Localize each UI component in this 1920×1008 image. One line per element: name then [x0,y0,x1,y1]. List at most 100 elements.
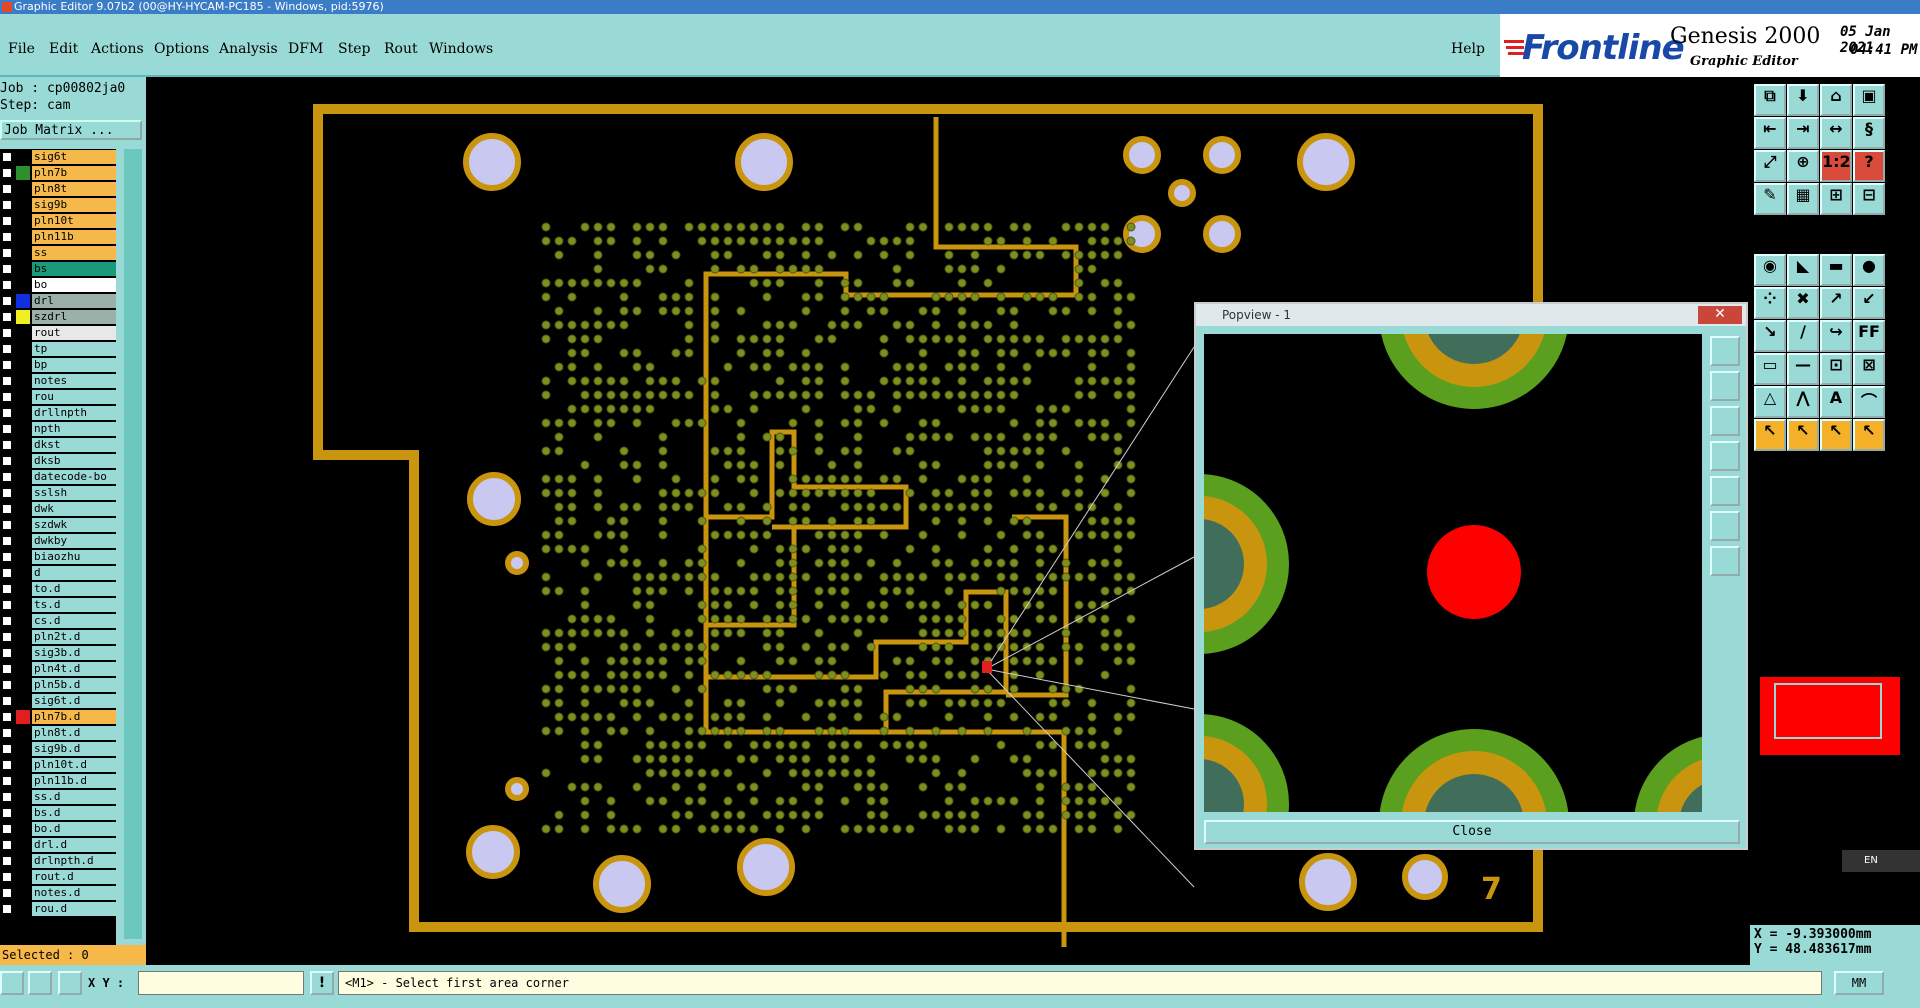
tool-button[interactable]: ↖ [1820,419,1852,451]
layer-color-swatch[interactable] [16,774,30,788]
layer-color-swatch[interactable] [16,470,30,484]
layer-name[interactable]: d [32,566,116,580]
layer-color-swatch[interactable] [16,182,30,196]
tool-button[interactable]: ▭ [1754,353,1786,385]
layer-name[interactable]: pln4t.d [32,662,116,676]
menu-file[interactable]: File [8,41,35,57]
popview-refresh-button[interactable] [1710,546,1740,576]
tool-button[interactable]: ▣ [1853,84,1885,116]
layer-row[interactable]: drllnpth [0,405,116,420]
layer-name[interactable]: sslsh [32,486,116,500]
layer-name[interactable]: bs [32,262,116,276]
menu-dfm[interactable]: DFM [288,41,323,57]
layer-name[interactable]: szdrl [32,310,116,324]
layer-row[interactable]: bo.d [0,821,116,836]
layer-checkbox[interactable] [2,168,12,178]
tool-button[interactable]: ↔ [1820,117,1852,149]
layer-color-swatch[interactable] [16,534,30,548]
layer-checkbox[interactable] [2,824,12,834]
layer-row[interactable]: npth [0,421,116,436]
layer-name[interactable]: ts.d [32,598,116,612]
tool-button[interactable]: A [1820,386,1852,418]
popview-window[interactable]: Popview - 1 ✕ Close [1194,302,1748,850]
layer-color-swatch[interactable] [16,566,30,580]
layer-name[interactable]: rou.d [32,902,116,916]
tool-button[interactable]: ↪ [1820,320,1852,352]
layer-color-swatch[interactable] [16,166,30,180]
layer-name[interactable]: notes.d [32,886,116,900]
layer-name[interactable]: rout.d [32,870,116,884]
layer-color-swatch[interactable] [16,710,30,724]
layer-color-swatch[interactable] [16,390,30,404]
tool-button[interactable]: ⋀ [1787,386,1819,418]
layer-checkbox[interactable] [2,328,12,338]
layer-row[interactable]: pln8t.d [0,725,116,740]
layer-checkbox[interactable] [2,632,12,642]
layer-row[interactable]: sig9b.d [0,741,116,756]
tool-button[interactable]: — [1787,353,1819,385]
tool-button[interactable]: ✖ [1787,287,1819,319]
layer-name[interactable]: szdwk [32,518,116,532]
layer-name[interactable]: sig3b.d [32,646,116,660]
layer-name[interactable]: pln7b [32,166,116,180]
layer-row[interactable]: pln4t.d [0,661,116,676]
layer-checkbox[interactable] [2,888,12,898]
layer-name[interactable]: drl.d [32,838,116,852]
layer-name[interactable]: pln2t.d [32,630,116,644]
layer-checkbox[interactable] [2,456,12,466]
layer-color-swatch[interactable] [16,886,30,900]
layer-color-swatch[interactable] [16,342,30,356]
layer-name[interactable]: tp [32,342,116,356]
layer-row[interactable]: pln5b.d [0,677,116,692]
tool-button[interactable]: ⧉ [1754,84,1786,116]
popview-canvas[interactable] [1204,334,1702,812]
layer-color-swatch[interactable] [16,726,30,740]
layer-checkbox[interactable] [2,696,12,706]
layer-name[interactable]: sig9b.d [32,742,116,756]
layer-row[interactable]: drl [0,293,116,308]
layer-row[interactable]: d [0,565,116,580]
layer-color-swatch[interactable] [16,230,30,244]
tool-button[interactable]: ⤢ [1754,150,1786,182]
layer-name[interactable]: pln7b.d [32,710,116,724]
menu-actions[interactable]: Actions [91,41,144,57]
layer-row[interactable]: pln2t.d [0,629,116,644]
layer-row[interactable]: dkst [0,437,116,452]
snap-icon[interactable] [0,971,24,995]
layer-name[interactable]: bs.d [32,806,116,820]
tool-button[interactable]: ↖ [1787,419,1819,451]
layer-row[interactable]: to.d [0,581,116,596]
layer-checkbox[interactable] [2,904,12,914]
layer-color-swatch[interactable] [16,294,30,308]
tool-button[interactable]: ⊞ [1820,183,1852,215]
layer-color-swatch[interactable] [16,262,30,276]
layer-checkbox[interactable] [2,552,12,562]
layer-name[interactable]: pln8t [32,182,116,196]
tool-button[interactable]: ⌒ [1853,386,1885,418]
layer-color-swatch[interactable] [16,902,30,916]
layer-color-swatch[interactable] [16,646,30,660]
language-indicator[interactable]: EN [1842,850,1920,872]
tool-button[interactable]: ⇥ [1787,117,1819,149]
layer-row[interactable]: bs.d [0,805,116,820]
tool-button[interactable]: ↙ [1853,287,1885,319]
tool-button[interactable]: ⁘ [1754,287,1786,319]
layer-color-swatch[interactable] [16,822,30,836]
grid-icon[interactable] [58,971,82,995]
xy-input[interactable] [138,971,304,995]
popview-area-button[interactable] [1710,511,1740,541]
layer-color-swatch[interactable] [16,790,30,804]
layer-color-swatch[interactable] [16,150,30,164]
layer-color-swatch[interactable] [16,198,30,212]
layer-row[interactable]: dwk [0,501,116,516]
layer-checkbox[interactable] [2,520,12,530]
layer-row[interactable]: bo [0,277,116,292]
layer-row[interactable]: sig6t [0,149,116,164]
menu-analysis[interactable]: Analysis [219,41,278,57]
tool-button[interactable]: ⊕ [1787,150,1819,182]
layer-checkbox[interactable] [2,776,12,786]
layer-checkbox[interactable] [2,616,12,626]
overview-map[interactable] [1760,677,1900,755]
layer-checkbox[interactable] [2,792,12,802]
tool-button[interactable]: ↗ [1820,287,1852,319]
